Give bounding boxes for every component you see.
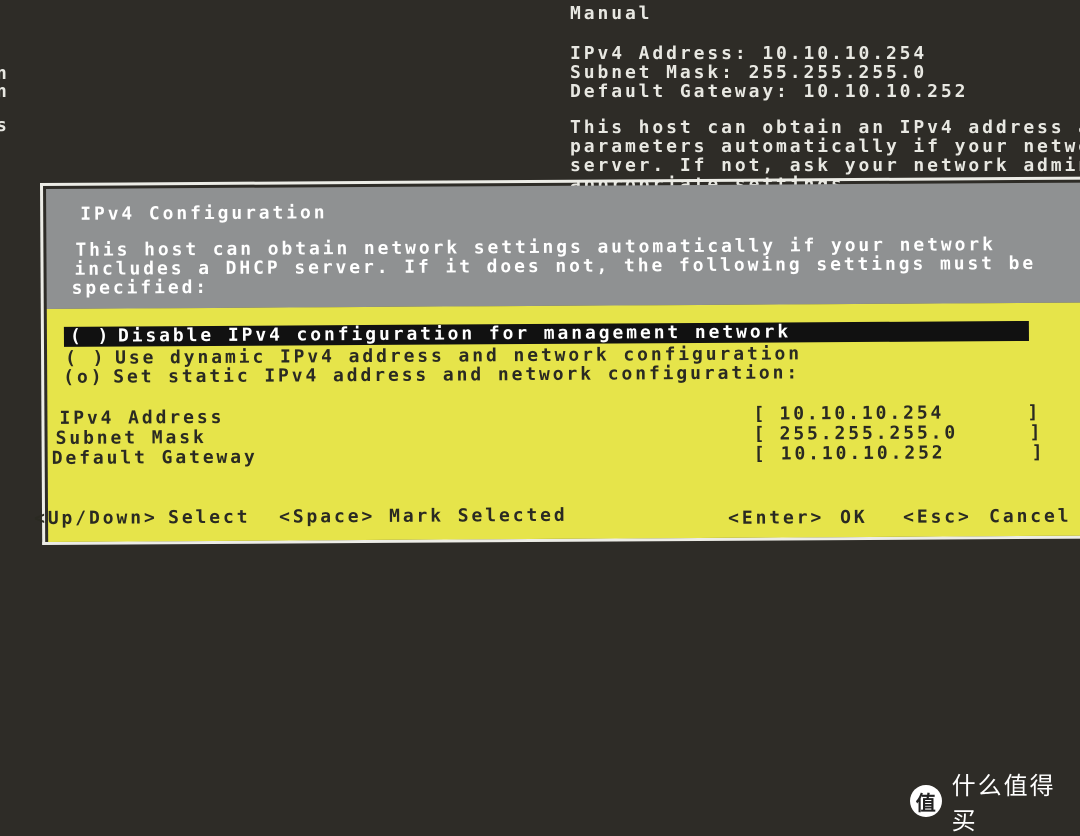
ipv4-address-value[interactable]: 10.10.10.254 bbox=[779, 402, 944, 424]
space-action: Mark Selected bbox=[388, 504, 568, 527]
menu-fragment: s bbox=[0, 115, 10, 136]
option-label: Disable IPv4 configuration for managemen… bbox=[117, 321, 792, 347]
mode-label: Manual bbox=[570, 3, 653, 24]
default-gateway-label: Default Gateway bbox=[51, 446, 258, 469]
dialog-description-line: specified: bbox=[71, 276, 210, 299]
subnet-mask-info: Subnet Mask: 255.255.255.0 bbox=[570, 62, 928, 83]
updown-key-hint[interactable]: <Up/Down> bbox=[34, 507, 158, 529]
dialog-body: ( ) Disable IPv4 configuration for manag… bbox=[34, 302, 1080, 542]
dialog-description-line: includes a DHCP server. If it does not, … bbox=[74, 252, 1037, 280]
radio-marker[interactable]: ( ) bbox=[65, 348, 106, 369]
radio-marker-selected[interactable]: (o) bbox=[63, 367, 104, 388]
background-info-panel: Manual IPv4 Address: 10.10.10.254 Subnet… bbox=[570, 4, 1080, 194]
space-key-hint[interactable]: <Space> bbox=[279, 506, 375, 528]
info-description-line: server. If not, ask your network admin bbox=[570, 155, 1080, 176]
watermark-text: 什么值得买 bbox=[951, 772, 1056, 835]
dialog-title: IPv4 Configuration bbox=[80, 202, 328, 225]
cancel-label[interactable]: Cancel bbox=[989, 506, 1072, 528]
ipv4-address-info: IPv4 Address: 10.10.10.254 bbox=[570, 43, 928, 64]
info-description-line: parameters automatically if your networ bbox=[570, 136, 1080, 157]
option-label: Set static IPv4 address and network conf… bbox=[113, 362, 801, 388]
radio-marker[interactable]: ( ) bbox=[70, 326, 111, 347]
gateway-info: Default Gateway: 10.10.10.252 bbox=[570, 81, 969, 102]
menu-fragment: n bbox=[0, 81, 10, 102]
subnet-mask-value[interactable]: 255.255.255.0 bbox=[779, 422, 958, 444]
subnet-mask-label: Subnet Mask bbox=[55, 426, 207, 449]
info-description-line: This host can obtain an IPv4 address an bbox=[570, 117, 1080, 138]
default-gateway-value[interactable]: 10.10.10.252 bbox=[781, 442, 946, 464]
updown-action: Select bbox=[167, 506, 251, 529]
ipv4-address-label: IPv4 Address bbox=[59, 406, 225, 429]
esc-cancel-button[interactable]: <Esc> bbox=[903, 506, 972, 527]
option-disable-ipv4[interactable]: ( ) Disable IPv4 configuration for manag… bbox=[63, 320, 1029, 347]
enter-ok-button[interactable]: <Enter> bbox=[728, 507, 824, 529]
ipv4-configuration-dialog: IPv4 Configuration This host can obtain … bbox=[34, 176, 1080, 545]
watermark-logo-icon: 值 bbox=[910, 785, 942, 817]
ok-label[interactable]: OK bbox=[840, 507, 868, 528]
dialog-header: IPv4 Configuration This host can obtain … bbox=[46, 182, 1080, 309]
watermark: 值 什么值得买 bbox=[910, 766, 1080, 836]
